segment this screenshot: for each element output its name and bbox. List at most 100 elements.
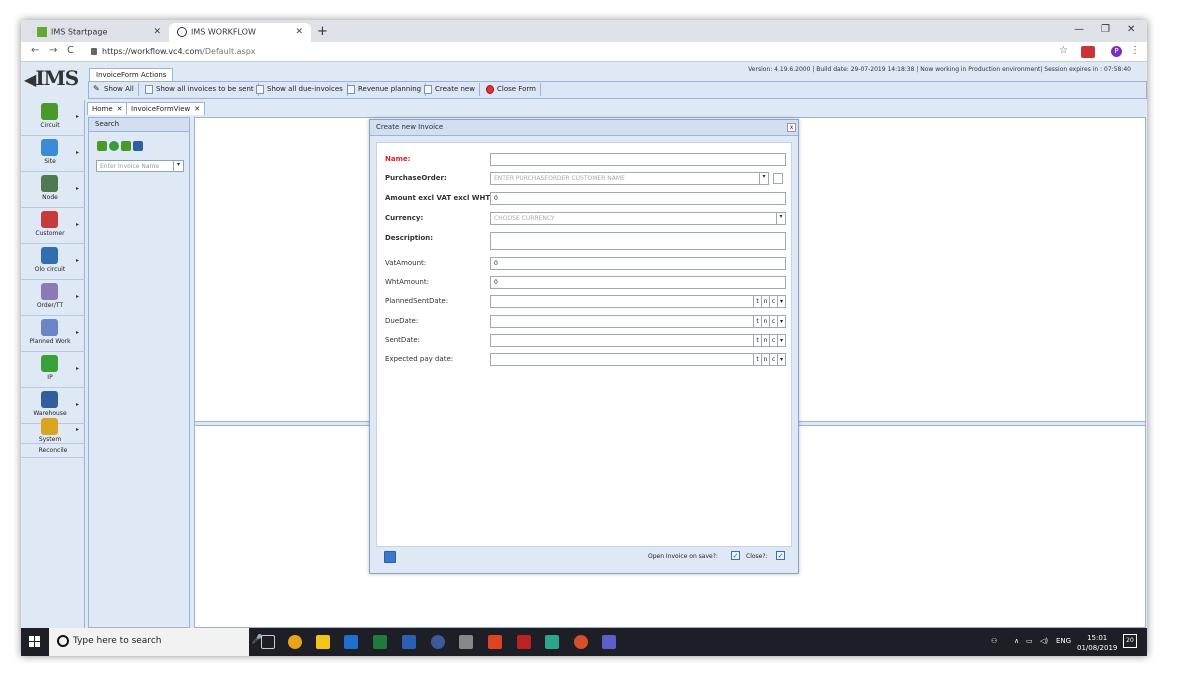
reload-button[interactable]: C bbox=[67, 45, 74, 56]
powerpoint-icon[interactable] bbox=[574, 635, 588, 649]
nav-item-ip[interactable]: IP ▸ bbox=[21, 352, 85, 388]
nav-item-circuit[interactable]: Circuit ▸ bbox=[21, 100, 85, 136]
volume-icon[interactable]: ◁) bbox=[1040, 637, 1048, 645]
create-new-button[interactable]: Create new bbox=[424, 83, 480, 96]
outlook-icon[interactable] bbox=[344, 635, 358, 649]
currency-select[interactable]: CHOOSE CURRENCY ▾ bbox=[490, 212, 786, 225]
wht-input[interactable]: 0 bbox=[490, 276, 786, 289]
sent-date-input[interactable]: t n c ▾ bbox=[490, 334, 786, 347]
people-icon[interactable]: ⚇ bbox=[991, 637, 997, 645]
chevron-down-icon[interactable]: ▾ bbox=[776, 213, 785, 224]
chevron-down-icon[interactable]: ▾ bbox=[759, 173, 768, 184]
nav-item-order-tt[interactable]: Order/TT ▸ bbox=[21, 280, 85, 316]
description-input[interactable] bbox=[490, 232, 786, 250]
vat-input[interactable]: 0 bbox=[490, 257, 786, 270]
file-explorer-icon[interactable] bbox=[316, 635, 330, 649]
planned-sent-date-input[interactable]: t n c ▾ bbox=[490, 295, 786, 308]
import-icon[interactable] bbox=[121, 141, 131, 151]
windows-start-icon[interactable] bbox=[29, 636, 41, 648]
language-indicator[interactable]: ENG bbox=[1056, 637, 1071, 645]
vat-row: VatAmount: 0 bbox=[385, 257, 786, 271]
nav-item-customer[interactable]: Customer ▸ bbox=[21, 208, 85, 244]
minimize-button[interactable]: — bbox=[1074, 24, 1084, 35]
notification-icon[interactable]: 20 bbox=[1123, 634, 1137, 648]
today-button[interactable]: t bbox=[753, 335, 761, 346]
task-view-icon[interactable] bbox=[261, 635, 275, 649]
close-window-button[interactable]: ✕ bbox=[1127, 24, 1135, 35]
chevron-down-icon[interactable]: ▾ bbox=[777, 335, 785, 346]
chevron-down-icon[interactable]: ▾ bbox=[777, 296, 785, 307]
now-button[interactable]: n bbox=[761, 296, 769, 307]
clear-button[interactable]: c bbox=[769, 296, 777, 307]
snipping-tool-icon[interactable] bbox=[545, 635, 559, 649]
access-icon[interactable] bbox=[517, 635, 531, 649]
star-icon[interactable]: ☆ bbox=[1059, 45, 1068, 56]
extension-icon[interactable] bbox=[1081, 46, 1095, 58]
excel-icon[interactable] bbox=[373, 635, 387, 649]
forward-button[interactable]: → bbox=[49, 45, 57, 56]
browser-tab-workflow[interactable]: IMS WORKFLOW ✕ bbox=[169, 23, 311, 42]
taskbar-search-input[interactable]: Type here to search 🎤 bbox=[49, 628, 263, 656]
clear-button[interactable]: c bbox=[769, 354, 777, 365]
nav-item-reconcile[interactable]: Reconcile bbox=[21, 444, 85, 458]
menu-icon[interactable]: ⋮ bbox=[1130, 45, 1140, 56]
expected-pay-date-input[interactable]: t n c ▾ bbox=[490, 353, 786, 366]
now-button[interactable]: n bbox=[761, 335, 769, 346]
tab-invoiceformview[interactable]: InvoiceFormView ✕ bbox=[126, 102, 206, 115]
today-button[interactable]: t bbox=[753, 354, 761, 365]
calculator-icon[interactable] bbox=[459, 635, 473, 649]
back-button[interactable]: ← bbox=[31, 45, 39, 56]
profile-avatar[interactable]: P bbox=[1111, 46, 1122, 57]
chevron-down-icon[interactable]: ▾ bbox=[777, 354, 785, 365]
close-icon[interactable]: ✕ bbox=[295, 27, 303, 37]
invoice-name-search-input[interactable]: Enter Invoice Name ▾ bbox=[96, 160, 184, 172]
close-form-button[interactable]: Close Form bbox=[486, 83, 541, 96]
close-icon[interactable]: ✕ bbox=[194, 105, 200, 113]
revenue-planning-button[interactable]: Revenue planning bbox=[347, 83, 427, 96]
close-icon[interactable]: x bbox=[787, 123, 796, 132]
show-all-button[interactable]: ✎ Show All bbox=[93, 83, 139, 96]
security-icon[interactable] bbox=[431, 635, 445, 649]
name-input[interactable] bbox=[490, 153, 786, 166]
chevron-up-icon[interactable]: ∧ bbox=[1014, 637, 1019, 645]
close-checkbox[interactable]: ✓ bbox=[776, 551, 785, 560]
teams-icon[interactable] bbox=[602, 635, 616, 649]
word-icon[interactable] bbox=[402, 635, 416, 649]
due-date-input[interactable]: t n c ▾ bbox=[490, 315, 786, 328]
close-icon[interactable]: ✕ bbox=[153, 27, 161, 37]
tab-home[interactable]: Home ✕ bbox=[87, 102, 128, 115]
network-icon[interactable]: ▭ bbox=[1026, 637, 1033, 645]
new-tab-button[interactable]: + bbox=[317, 24, 328, 39]
browser-tab-startpage[interactable]: IMS Startpage ✕ bbox=[29, 23, 169, 42]
show-due-invoices-button[interactable]: Show all due-invoices bbox=[256, 83, 348, 96]
nav-item-site[interactable]: Site ▸ bbox=[21, 136, 85, 172]
system-clock[interactable]: 15:01 01/08/2019 bbox=[1077, 633, 1117, 653]
maximize-button[interactable]: ❐ bbox=[1101, 24, 1110, 35]
nav-item-planned-work[interactable]: Planned Work ▸ bbox=[21, 316, 85, 352]
show-invoices-to-be-sent-button[interactable]: Show all invoices to be sent bbox=[145, 83, 259, 96]
nav-item-node[interactable]: Node ▸ bbox=[21, 172, 85, 208]
nav-item-olo-circuit[interactable]: Olo circuit ▸ bbox=[21, 244, 85, 280]
pdf-icon[interactable] bbox=[488, 635, 502, 649]
nav-item-system[interactable]: System ▸ bbox=[21, 418, 85, 444]
amount-input[interactable]: 0 bbox=[490, 192, 786, 205]
open-invoice-checkbox[interactable]: ✓ bbox=[731, 551, 740, 560]
today-button[interactable]: t bbox=[753, 296, 761, 307]
clear-button[interactable]: c bbox=[769, 335, 777, 346]
close-icon[interactable]: ✕ bbox=[117, 105, 123, 113]
save-icon[interactable] bbox=[384, 551, 396, 563]
chevron-down-icon[interactable]: ▾ bbox=[173, 161, 183, 171]
clear-button[interactable]: c bbox=[769, 316, 777, 327]
export-icon[interactable] bbox=[97, 141, 107, 151]
purchase-order-lookup-button[interactable] bbox=[773, 173, 783, 184]
now-button[interactable]: n bbox=[761, 316, 769, 327]
binoculars-icon[interactable] bbox=[133, 141, 143, 151]
refresh-icon[interactable] bbox=[109, 141, 119, 151]
invoiceform-actions-tab[interactable]: InvoiceForm Actions bbox=[89, 68, 174, 81]
purchase-order-input[interactable]: ENTER PURCHASEORDER CUSTOMER NAME ▾ bbox=[490, 172, 769, 185]
chrome-icon[interactable] bbox=[288, 635, 302, 649]
url-field[interactable]: https://workflow.vc4.com/Default.aspx bbox=[91, 47, 256, 56]
now-button[interactable]: n bbox=[761, 354, 769, 365]
chevron-down-icon[interactable]: ▾ bbox=[777, 316, 785, 327]
today-button[interactable]: t bbox=[753, 316, 761, 327]
